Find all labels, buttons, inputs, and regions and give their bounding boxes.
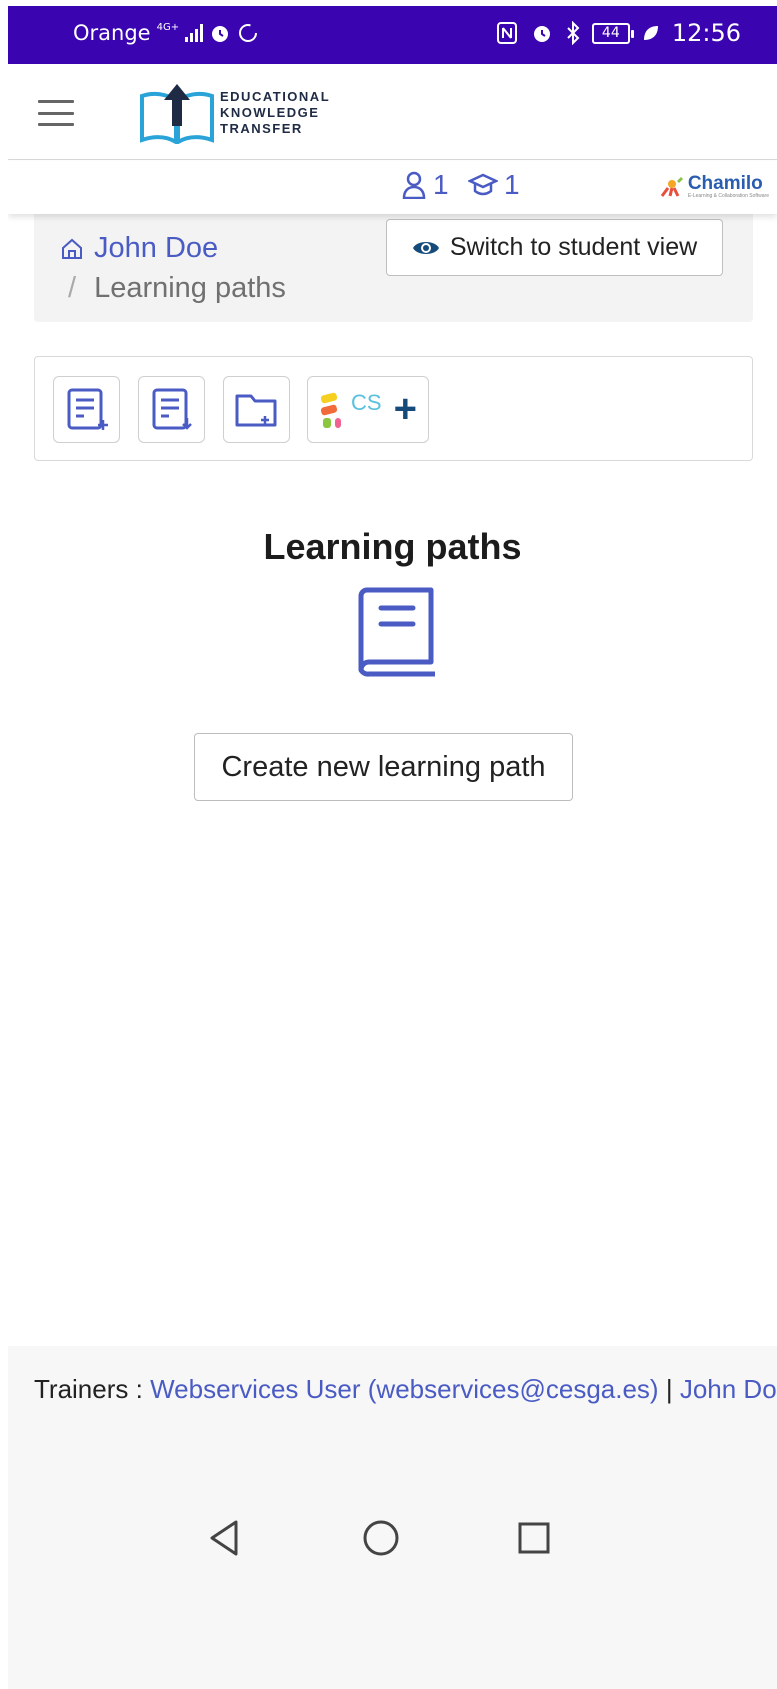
breadcrumb-separator: /: [68, 272, 77, 304]
users-count: 1: [433, 169, 449, 200]
cs-logo-icon: [320, 392, 342, 428]
leaf-icon: [643, 26, 658, 40]
add-cs-package-button[interactable]: CS +: [307, 376, 429, 443]
breadcrumb-home-label: John Doe: [94, 232, 219, 264]
graduation-cap-icon: [468, 173, 498, 196]
user-icon: [402, 171, 426, 199]
breadcrumb-current: Learning paths: [94, 272, 286, 304]
courses-counter[interactable]: 1: [468, 169, 520, 201]
home-icon: [62, 238, 82, 259]
logo-line-2: KNOWLEDGE: [220, 105, 320, 120]
logo-line-3: TRANSFER: [220, 121, 303, 136]
chamilo-sun-icon: [660, 176, 683, 197]
breadcrumb: John Doe / Learning paths Switch to stud…: [34, 214, 753, 322]
chamilo-name: Chamilo: [687, 173, 763, 194]
bluetooth-icon: [567, 21, 580, 45]
new-category-button[interactable]: [223, 376, 290, 443]
chamilo-tagline: E-Learning & Collaboration Software: [687, 193, 769, 199]
home-circle-icon[interactable]: [361, 1518, 401, 1558]
page-title: Learning paths: [263, 526, 522, 567]
sync-icon: [239, 24, 258, 42]
trainers-label: Trainers :: [34, 1374, 143, 1404]
new-learning-path-button[interactable]: [53, 376, 120, 443]
site-header: EDUCATIONAL KNOWLEDGE TRANSFER: [8, 64, 777, 160]
network-type: 4G+: [156, 22, 180, 33]
book-icon: [358, 587, 435, 677]
recents-icon[interactable]: [514, 1518, 554, 1558]
chamilo-logo[interactable]: Chamilo E-Learning & Collaboration Softw…: [660, 173, 769, 199]
cs-label: CS: [351, 389, 382, 415]
alarm-icon: [212, 26, 229, 42]
import-learning-path-button[interactable]: [138, 376, 205, 443]
create-learning-path-button[interactable]: Create new learning path: [194, 733, 573, 801]
eye-icon: [412, 241, 439, 254]
clock-time: 12:56: [671, 19, 741, 47]
nfc-icon: [496, 22, 517, 44]
breadcrumb-home-link[interactable]: John Doe: [60, 232, 218, 265]
trainer-divider: |: [665, 1374, 673, 1404]
menu-icon[interactable]: [38, 100, 74, 126]
actions-toolbar: CS +: [34, 356, 753, 461]
back-icon[interactable]: [206, 1518, 246, 1558]
carrier-label: Orange: [73, 21, 151, 45]
book-upload-logo-icon: [140, 84, 214, 144]
switch-to-student-view-button[interactable]: Switch to student view: [386, 219, 723, 276]
logo-line-1: EDUCATIONAL: [220, 89, 331, 104]
document-import-icon: [152, 388, 192, 430]
trainer-link-webservices[interactable]: Webservices User (webservices@cesga.es): [150, 1374, 659, 1404]
folder-add-icon: [235, 394, 276, 426]
plus-icon: +: [393, 387, 417, 431]
signal-icon: [185, 24, 204, 42]
switch-to-student-view-label: Switch to student view: [449, 233, 698, 261]
trainer-link-john-doe[interactable]: John Doe: [680, 1374, 777, 1404]
battery-icon: 44: [591, 22, 634, 44]
course-info-bar: 1 1 Chamilo E-Learning & Collaboration S…: [8, 161, 777, 214]
trainers-line: Trainers : Webservices User (webservices…: [34, 1374, 777, 1405]
document-add-icon: [67, 388, 108, 430]
status-bar: Orange 4G+ 44 12:56: [8, 6, 777, 64]
courses-count: 1: [504, 169, 520, 200]
users-counter[interactable]: 1: [401, 169, 449, 201]
site-logo[interactable]: EDUCATIONAL KNOWLEDGE TRANSFER: [138, 82, 330, 144]
alarm-icon: [533, 26, 550, 42]
